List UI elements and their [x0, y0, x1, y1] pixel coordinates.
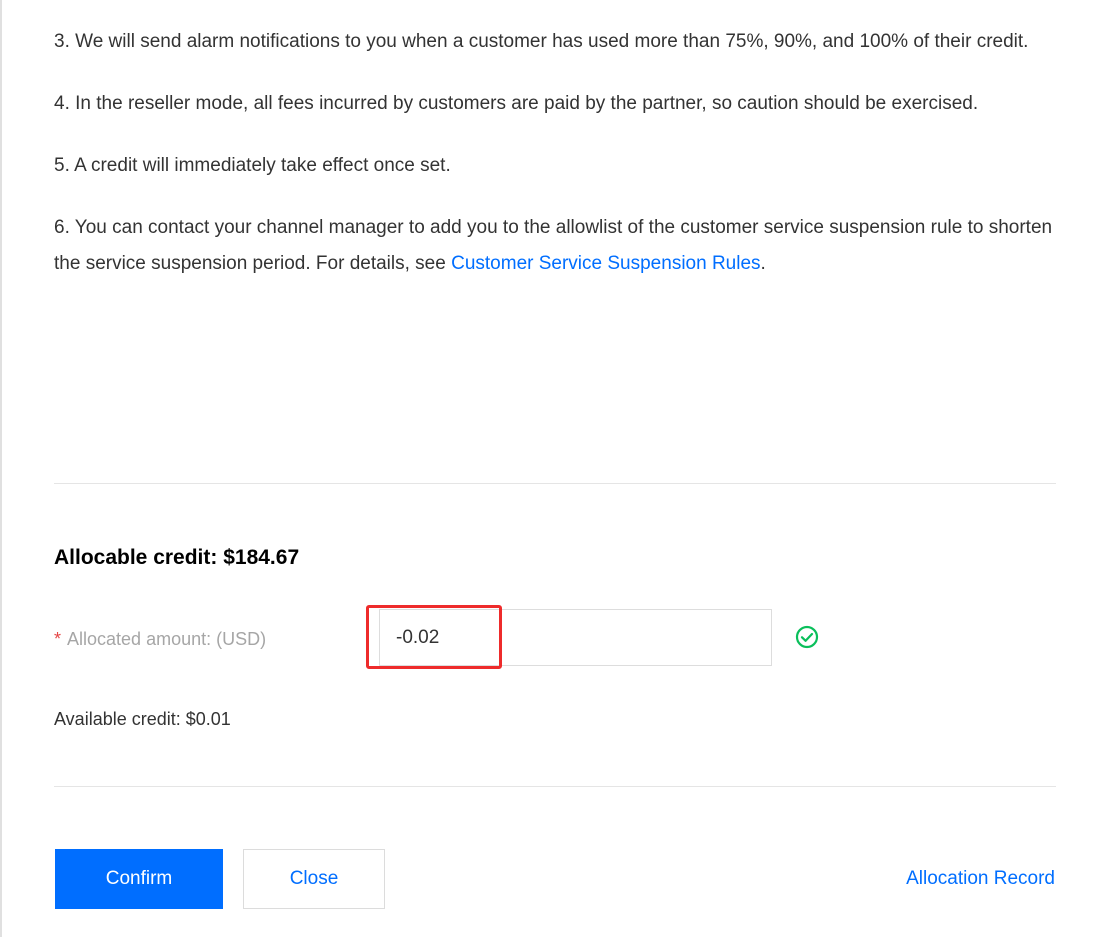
allocated-amount-label: * Allocated amount: (USD): [54, 624, 266, 654]
note-item-3: 3. We will send alarm notifications to y…: [54, 31, 1029, 52]
confirm-button[interactable]: Confirm: [55, 849, 223, 909]
allocated-amount-label-text: Allocated amount: (USD): [67, 629, 267, 649]
note-item-5: 5. A credit will immediately take effect…: [54, 155, 451, 176]
close-button[interactable]: Close: [243, 849, 385, 909]
notes-section: 3. We will send alarm notifications to y…: [54, 24, 1064, 308]
divider-top: [54, 483, 1056, 484]
divider-bottom: [54, 786, 1056, 787]
allocated-amount-input[interactable]: [380, 610, 756, 665]
allocated-amount-field: [379, 609, 772, 666]
allocation-record-link[interactable]: Allocation Record: [906, 864, 1055, 894]
note-item-6: 6. You can contact your channel manager …: [54, 210, 1064, 282]
note-item-6-period: .: [760, 253, 766, 274]
check-circle-icon: [795, 625, 819, 649]
suspension-rules-link[interactable]: Customer Service Suspension Rules: [451, 253, 760, 274]
available-credit: Available credit: $0.01: [54, 709, 231, 729]
allocable-credit-title: Allocable credit: $184.67: [54, 546, 300, 569]
note-item-4: 4. In the reseller mode, all fees incurr…: [54, 93, 979, 114]
required-asterisk: *: [54, 629, 62, 649]
panel-left-border: [0, 0, 2, 937]
